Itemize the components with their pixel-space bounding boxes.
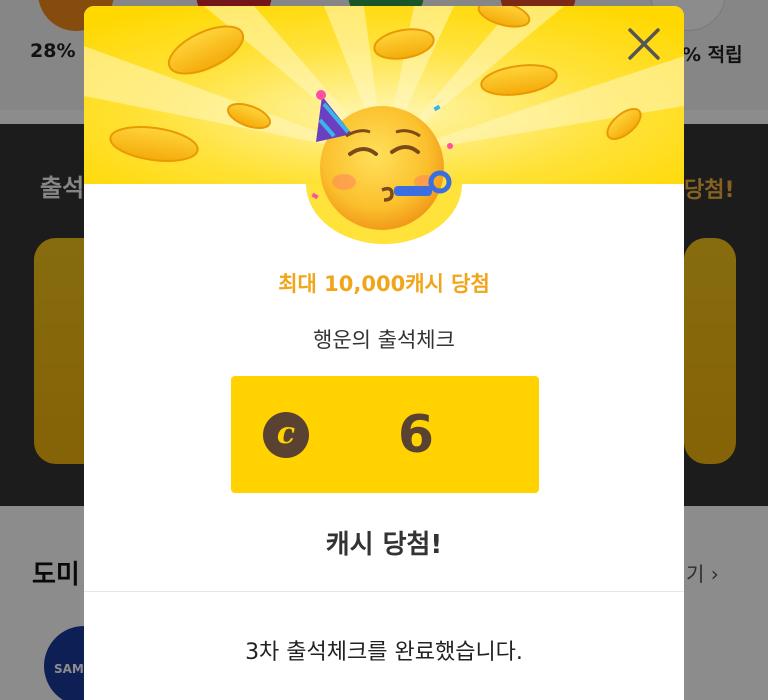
completion-message: 3차 출석체크를 완료했습니다. [245, 640, 523, 665]
cash-amount: 6 [397, 405, 435, 465]
attendance-result-modal: 최대 10,000캐시 당첨 행운의 출석체크 c 6 캐시 당첨! 3차 출석… [84, 6, 684, 700]
cash-won-text: 캐시 당첨! [325, 530, 443, 560]
cash-coin-icon: c [263, 412, 309, 458]
event-name: 행운의 출석체크 [313, 328, 455, 352]
cash-amount-box: c 6 [231, 376, 539, 493]
max-prize-title: 최대 10,000캐시 당첨 [278, 272, 490, 296]
divider [84, 591, 684, 592]
close-icon[interactable] [624, 24, 664, 64]
party-face-emoji-icon [311, 90, 453, 230]
